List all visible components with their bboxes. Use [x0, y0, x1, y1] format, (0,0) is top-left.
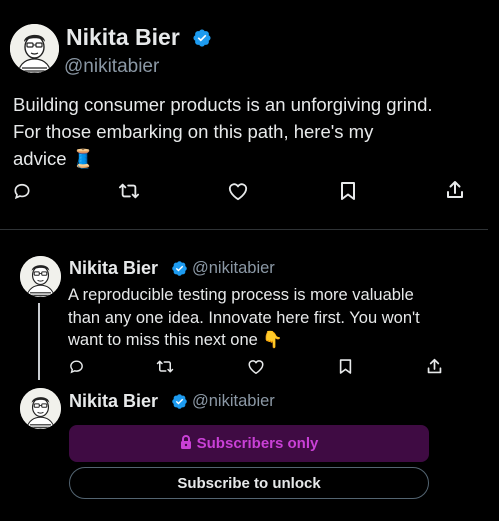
tweet-text-line: advice 🧵 — [13, 148, 95, 169]
subscribers-only-banner: Subscribers only — [69, 425, 429, 462]
tweet-text: A reproducible testing process is more v… — [68, 284, 420, 352]
avatar-illustration-icon — [20, 388, 61, 429]
like-icon[interactable] — [247, 358, 265, 375]
author-name[interactable]: Nikita Bier — [66, 24, 180, 51]
bookmark-icon[interactable] — [340, 181, 356, 201]
tweet-text: Building consumer products is an unforgi… — [13, 91, 433, 172]
subscribe-button-label: Subscribe to unlock — [177, 474, 321, 492]
verified-badge-icon — [171, 260, 188, 282]
tweet-text-line: For those embarking on this path, here's… — [13, 121, 374, 142]
reply-icon[interactable] — [68, 358, 85, 375]
author-name[interactable]: Nikita Bier — [69, 391, 158, 412]
tweet-text-line: Building consumer products is an unforgi… — [13, 94, 433, 115]
tweet-actions — [0, 180, 499, 204]
bookmark-icon[interactable] — [339, 358, 352, 375]
avatar[interactable] — [20, 388, 61, 429]
avatar-illustration-icon — [20, 256, 61, 297]
retweet-icon[interactable] — [118, 181, 140, 201]
divider — [0, 229, 488, 230]
share-icon[interactable] — [426, 358, 443, 375]
author-handle[interactable]: @nikitabier — [192, 392, 275, 411]
retweet-icon[interactable] — [156, 358, 174, 375]
share-icon[interactable] — [445, 180, 465, 200]
avatar-illustration-icon — [10, 24, 59, 73]
avatar[interactable] — [10, 24, 59, 73]
tweet-actions — [0, 358, 499, 378]
tweet-text-line: A reproducible testing process is more v… — [68, 286, 414, 304]
verified-badge-icon — [171, 393, 188, 415]
lock-icon — [180, 434, 192, 453]
subscribe-button[interactable]: Subscribe to unlock — [69, 467, 429, 499]
like-icon[interactable] — [227, 181, 249, 201]
tweet-text-line: than any one idea. Innovate here first. … — [68, 308, 420, 327]
author-handle[interactable]: @nikitabier — [192, 259, 275, 278]
tweet-text-line: want to miss this next one 👇 — [68, 331, 283, 349]
verified-badge-icon — [192, 28, 212, 53]
author-handle[interactable]: @nikitabier — [64, 56, 159, 78]
avatar[interactable] — [20, 256, 61, 297]
subscribers-only-label: Subscribers only — [196, 435, 319, 452]
reply-icon[interactable] — [12, 181, 32, 201]
author-name[interactable]: Nikita Bier — [69, 258, 158, 279]
